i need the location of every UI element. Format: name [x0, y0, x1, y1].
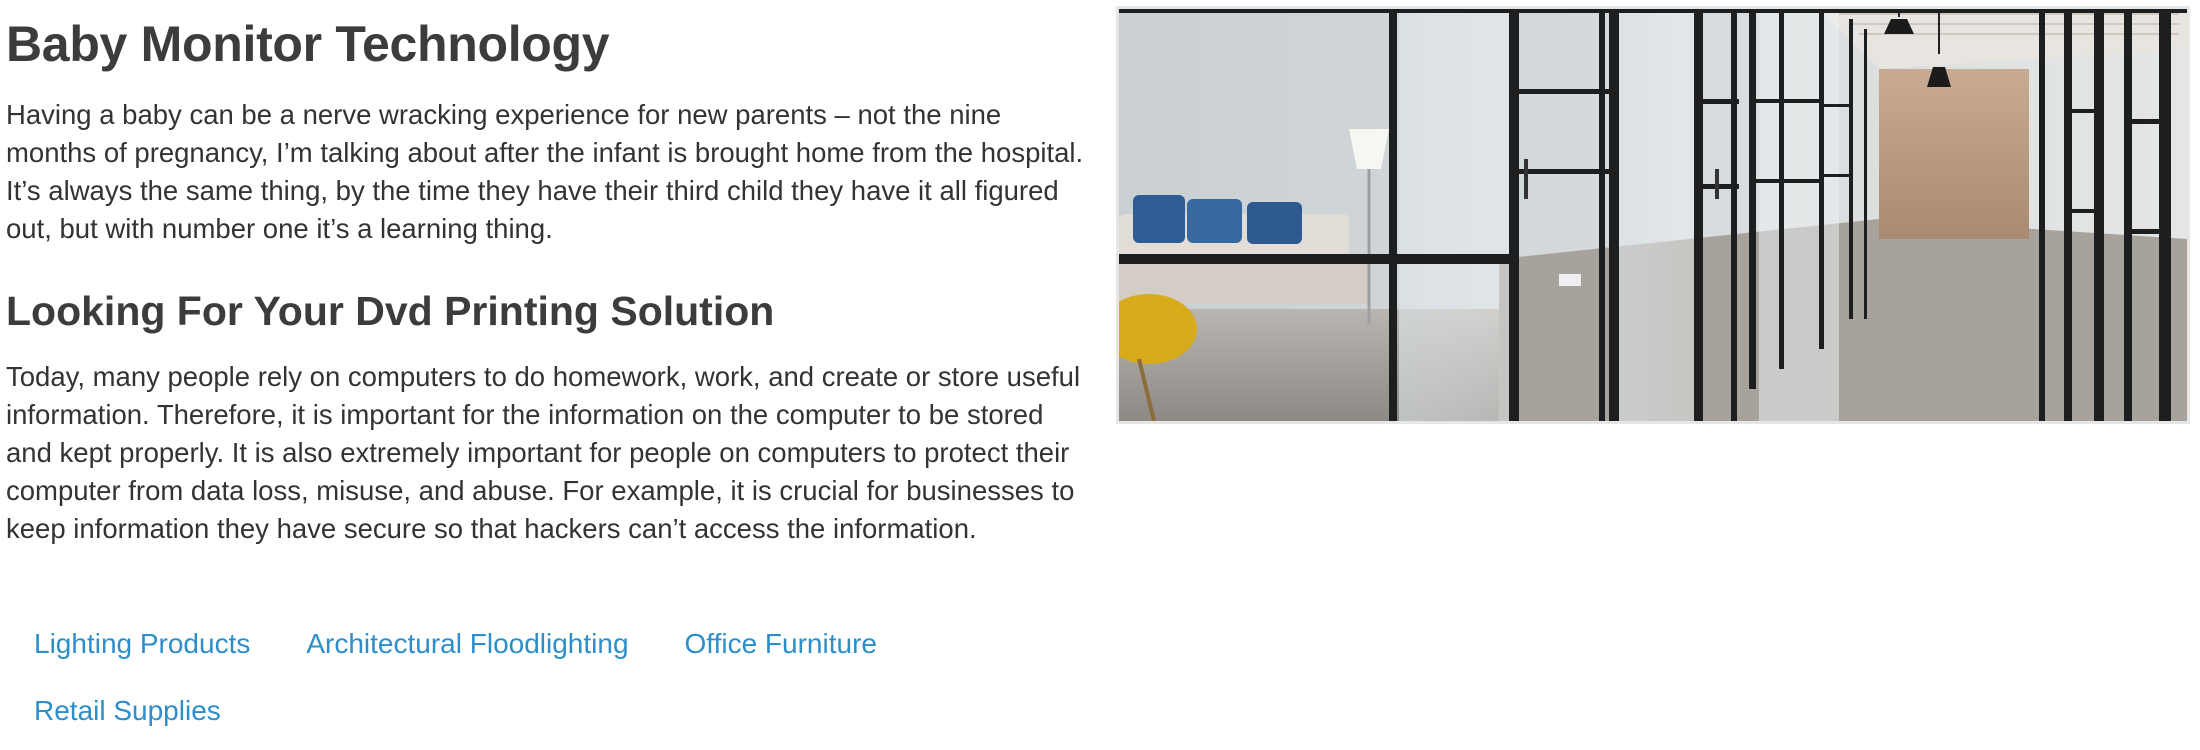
office-hallway-image	[1116, 6, 2190, 424]
related-links: Lighting Products Architectural Floodlig…	[34, 625, 1084, 730]
article-title: Baby Monitor Technology	[6, 16, 610, 72]
link-lighting-products[interactable]: Lighting Products	[34, 625, 250, 663]
article-intro: Having a baby can be a nerve wracking ex…	[6, 99, 1084, 244]
link-retail-supplies[interactable]: Retail Supplies	[34, 692, 221, 730]
link-office-furniture[interactable]: Office Furniture	[685, 625, 877, 663]
link-architectural-floodlighting[interactable]: Architectural Floodlighting	[306, 625, 628, 663]
article-subtitle: Looking For Your Dvd Printing Solution	[6, 288, 775, 334]
article-body: Today, many people rely on computers to …	[6, 361, 1081, 544]
article-column: Baby Monitor Technology Having a baby ca…	[6, 0, 1086, 548]
page: Baby Monitor Technology Having a baby ca…	[0, 0, 2200, 750]
